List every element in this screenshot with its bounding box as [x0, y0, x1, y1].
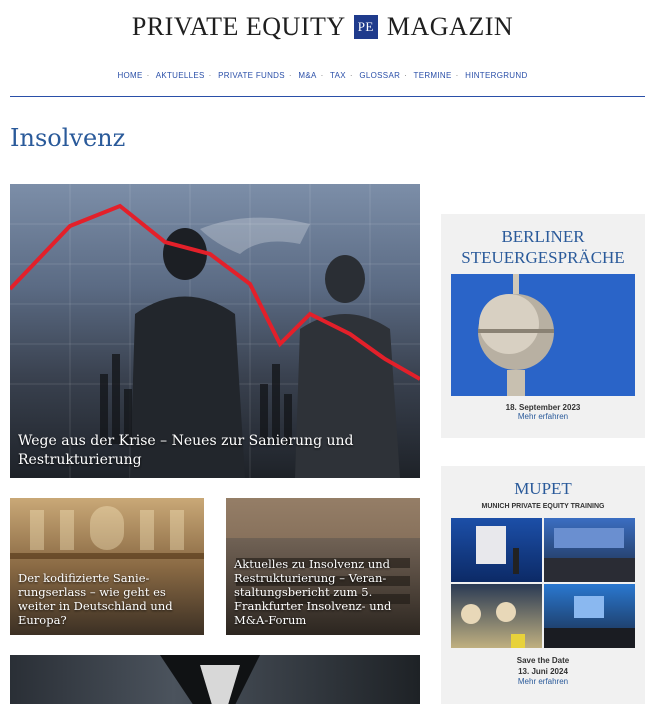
site-logo[interactable]: PRIVATE EQUITY PE MAGAZIN	[0, 12, 645, 42]
nav-separator: ·	[349, 71, 353, 80]
tv-tower-image[interactable]	[451, 274, 635, 396]
header-divider	[10, 96, 645, 97]
event-photo	[544, 518, 635, 582]
event-date: 13. Juni 2024	[518, 667, 568, 676]
tv-tower-icon	[451, 274, 635, 396]
nav-termine[interactable]: TERMINE	[414, 71, 452, 80]
event-photo-grid[interactable]	[451, 518, 635, 648]
nav-separator: ·	[455, 71, 459, 80]
event-date: 18. September 2023	[505, 403, 581, 412]
article-card-insolvenz-forum[interactable]: Aktuelles zu Insolvenz und Restrukturier…	[226, 498, 420, 635]
nav-glossar[interactable]: GLOSSAR	[359, 71, 400, 80]
logo-text-right: MAGAZIN	[386, 12, 514, 41]
main-nav: HOME · AKTUELLES · PRIVATE FUNDS · M&A · TAX…	[0, 71, 645, 80]
nav-ma[interactable]: M&A	[298, 71, 316, 80]
nav-separator: ·	[146, 71, 150, 80]
event-photo	[451, 584, 542, 648]
article-card-title: Der kodifizierte Sanie-rungserlass – wie…	[18, 571, 173, 627]
logo-text-left: PRIVATE EQUITY	[131, 12, 345, 41]
hero-article[interactable]: Wege aus der Krise – Neues zur Sanierung…	[10, 184, 420, 478]
article-card-partial[interactable]	[10, 655, 420, 704]
article-card-title: Aktuelles zu Insolvenz und Restrukturier…	[234, 557, 392, 627]
nav-home[interactable]: HOME	[117, 71, 142, 80]
sidebar-event-berliner: BERLINER STEUERGESPRÄCHE 18. September 2…	[441, 214, 645, 438]
pe-logo-badge: PE	[353, 15, 378, 39]
save-the-date: Save the Date	[516, 656, 570, 665]
sidebar-event-mupet: MUPET MUNICH PRIVATE EQUITY TRAINING Sav…	[441, 466, 645, 704]
nav-aktuelles[interactable]: AKTUELLES	[156, 71, 205, 80]
nav-tax[interactable]: TAX	[330, 71, 346, 80]
page-title: Insolvenz	[10, 124, 126, 152]
nav-hintergrund[interactable]: HINTERGRUND	[465, 71, 527, 80]
event-photo	[451, 518, 542, 582]
hero-article-title: Wege aus der Krise – Neues zur Sanierung…	[18, 433, 354, 468]
event-more-link[interactable]: Mehr erfahren	[441, 412, 645, 421]
nav-separator: ·	[320, 71, 324, 80]
event-title: BERLINER STEUERGESPRÄCHE	[461, 227, 625, 267]
event-subtitle: MUNICH PRIVATE EQUITY TRAINING	[481, 503, 605, 510]
event-title: MUPET	[514, 479, 572, 498]
suit-image	[160, 655, 260, 704]
nav-private-funds[interactable]: PRIVATE FUNDS	[218, 71, 285, 80]
event-photo	[544, 584, 635, 648]
nav-separator: ·	[288, 71, 292, 80]
nav-separator: ·	[208, 71, 212, 80]
article-card-sanierungserlass[interactable]: Der kodifizierte Sanie-rungserlass – wie…	[10, 498, 204, 635]
event-more-link[interactable]: Mehr erfahren	[441, 677, 645, 686]
nav-separator: ·	[404, 71, 408, 80]
